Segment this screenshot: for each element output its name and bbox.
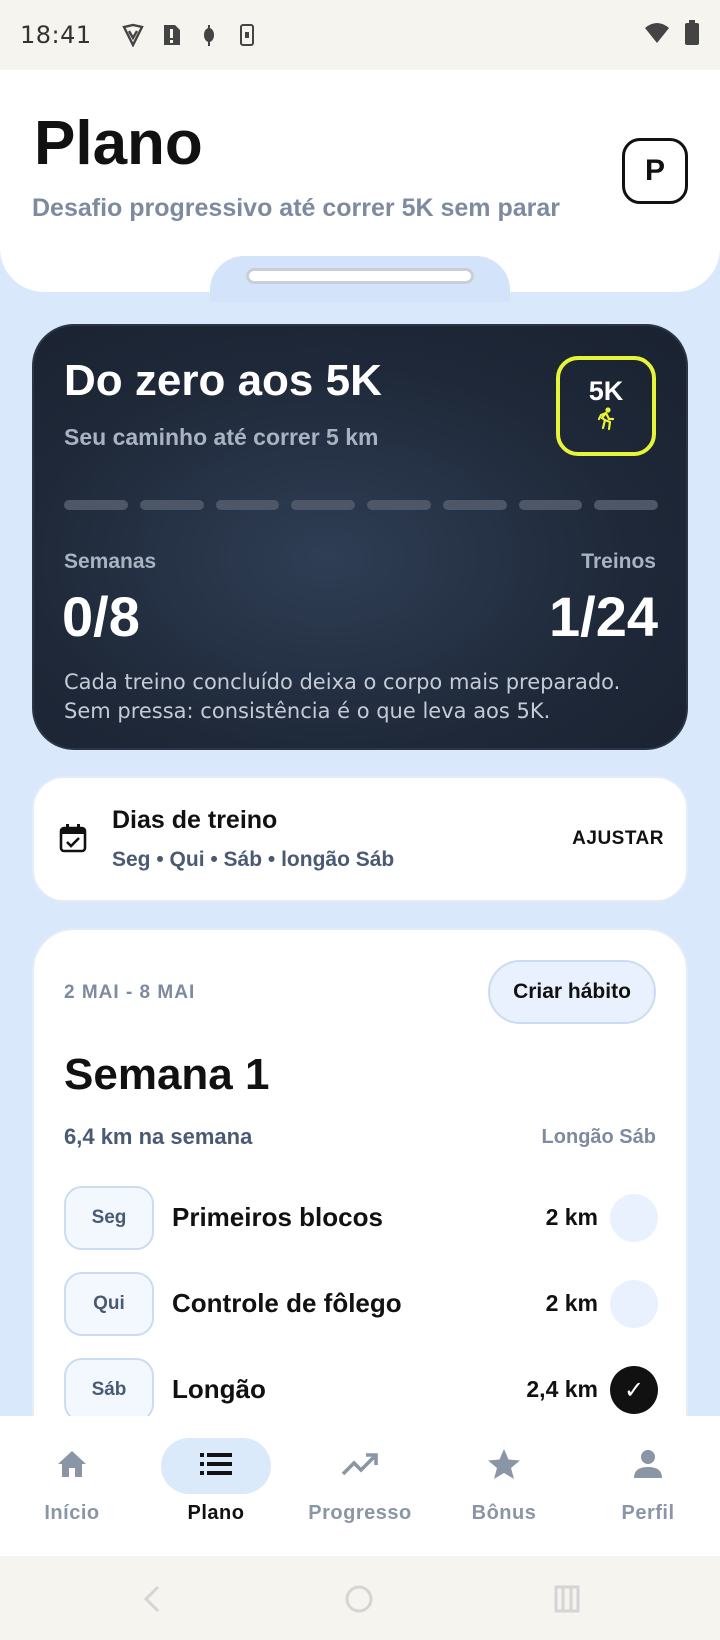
page-title: Plano [34,109,203,178]
nav-label: Início [44,1502,100,1524]
workout-complete-toggle[interactable]: ✓ [610,1366,658,1414]
plan-hero-card: Do zero aos 5K Seu caminho até correr 5 … [32,324,688,750]
week-progress-segment [291,500,355,510]
alert-icon [158,22,184,48]
workout-day-chip: Qui [64,1272,154,1336]
back-icon[interactable] [140,1584,164,1619]
training-days-card[interactable]: Dias de treino Seg • Qui • Sáb • longão … [32,776,688,902]
status-right [644,19,700,51]
workout-name: Controle de fôlego [172,1288,402,1318]
nav-item-bonus[interactable]: Bônus [432,1416,576,1556]
goal-badge-label: 5K [588,376,624,406]
week-progress-segment [64,500,128,510]
status-time: 18:41 [20,21,92,49]
training-days-title: Dias de treino [112,806,278,834]
week-progress-segment [139,500,204,510]
goal-badge: 5K [556,356,656,456]
nav-pill-active [161,1438,271,1494]
week-progress-segment [367,500,431,510]
nav-item-plano[interactable]: Plano [144,1416,288,1556]
battery-icon [684,19,700,51]
workout-day-chip: Sáb [64,1358,154,1422]
debug-icon [196,22,222,48]
drag-handle[interactable] [246,268,474,284]
check-icon: ✓ [623,1376,645,1404]
week-card: 2 MAI - 8 MAI Criar hábito Semana 1 6,4 … [32,928,688,1448]
week-date-range: 2 MAI - 8 MAI [64,982,196,1003]
home-circle-icon[interactable] [344,1584,374,1619]
page-subtitle: Desafio progressivo até correr 5K sem pa… [32,194,561,222]
nav-label: Bônus [471,1502,537,1524]
week-progress-bar [64,500,658,510]
workout-complete-toggle[interactable] [610,1194,658,1242]
create-habit-button[interactable]: Criar hábito [488,960,656,1024]
system-navigation-bar [0,1556,720,1640]
workout-name: Longão [172,1374,266,1404]
phone-icon [234,22,260,48]
nav-item-inicio[interactable]: Início [0,1416,144,1556]
avatar[interactable]: P [622,138,688,204]
week-progress-segment [594,500,658,510]
nav-pill [17,1438,127,1494]
workout-complete-toggle[interactable] [610,1280,658,1328]
nav-label: Progresso [308,1502,412,1524]
workout-distance: 2 km [545,1290,598,1316]
workout-row[interactable]: Seg Primeiros blocos 2 km [64,1186,658,1250]
vpn-shield-icon [120,22,146,48]
workout-day-chip: Seg [64,1186,154,1250]
bottom-navigation: Início Plano Progresso Bônus Perfil [0,1416,720,1556]
weeks-label: Semanas [64,550,157,573]
week-progress-segment [442,500,507,510]
wifi-icon [644,22,670,49]
calendar-check-icon [58,822,88,859]
plan-subtitle: Seu caminho até correr 5 km [64,424,379,450]
week-distance: 6,4 km na semana [64,1124,253,1149]
nav-item-progresso[interactable]: Progresso [288,1416,432,1556]
week-title: Semana 1 [64,1050,270,1099]
list-icon [199,1451,233,1482]
weeks-value: 0/8 [62,585,140,648]
home-icon [55,1448,89,1485]
workout-name: Primeiros blocos [172,1202,383,1232]
workout-distance: 2,4 km [526,1376,598,1402]
motivation-note: Cada treino concluído deixa o corpo mais… [64,668,664,726]
nav-label: Perfil [621,1502,675,1524]
nav-pill [305,1438,415,1494]
nav-label: Plano [187,1502,245,1524]
workout-row[interactable]: Qui Controle de fôlego 2 km [64,1272,658,1336]
workouts-value: 1/24 [549,585,658,648]
trending-up-icon [341,1451,379,1482]
workout-row[interactable]: Sáb Longão 2,4 km ✓ [64,1358,658,1422]
plan-title: Do zero aos 5K [64,356,382,405]
nav-pill [449,1438,559,1494]
person-icon [632,1448,664,1485]
adjust-days-button[interactable]: AJUSTAR [572,828,664,850]
motivation-line-2: Sem pressa: consistência é o que leva ao… [64,699,551,723]
star-icon [487,1448,521,1485]
week-progress-segment [215,500,280,510]
workouts-label: Treinos [581,550,656,573]
workout-distance: 2 km [545,1204,598,1230]
nav-pill [593,1438,703,1494]
training-days-list: Seg • Qui • Sáb • longão Sáb [112,848,395,871]
long-run-day: Longão Sáb [541,1126,656,1148]
motivation-line-1: Cada treino concluído deixa o corpo mais… [64,670,621,694]
week-progress-segment [518,500,583,510]
runner-icon [595,407,617,436]
recents-icon[interactable] [552,1584,582,1619]
nav-item-perfil[interactable]: Perfil [576,1416,720,1556]
status-bar: 18:41 [0,0,720,70]
